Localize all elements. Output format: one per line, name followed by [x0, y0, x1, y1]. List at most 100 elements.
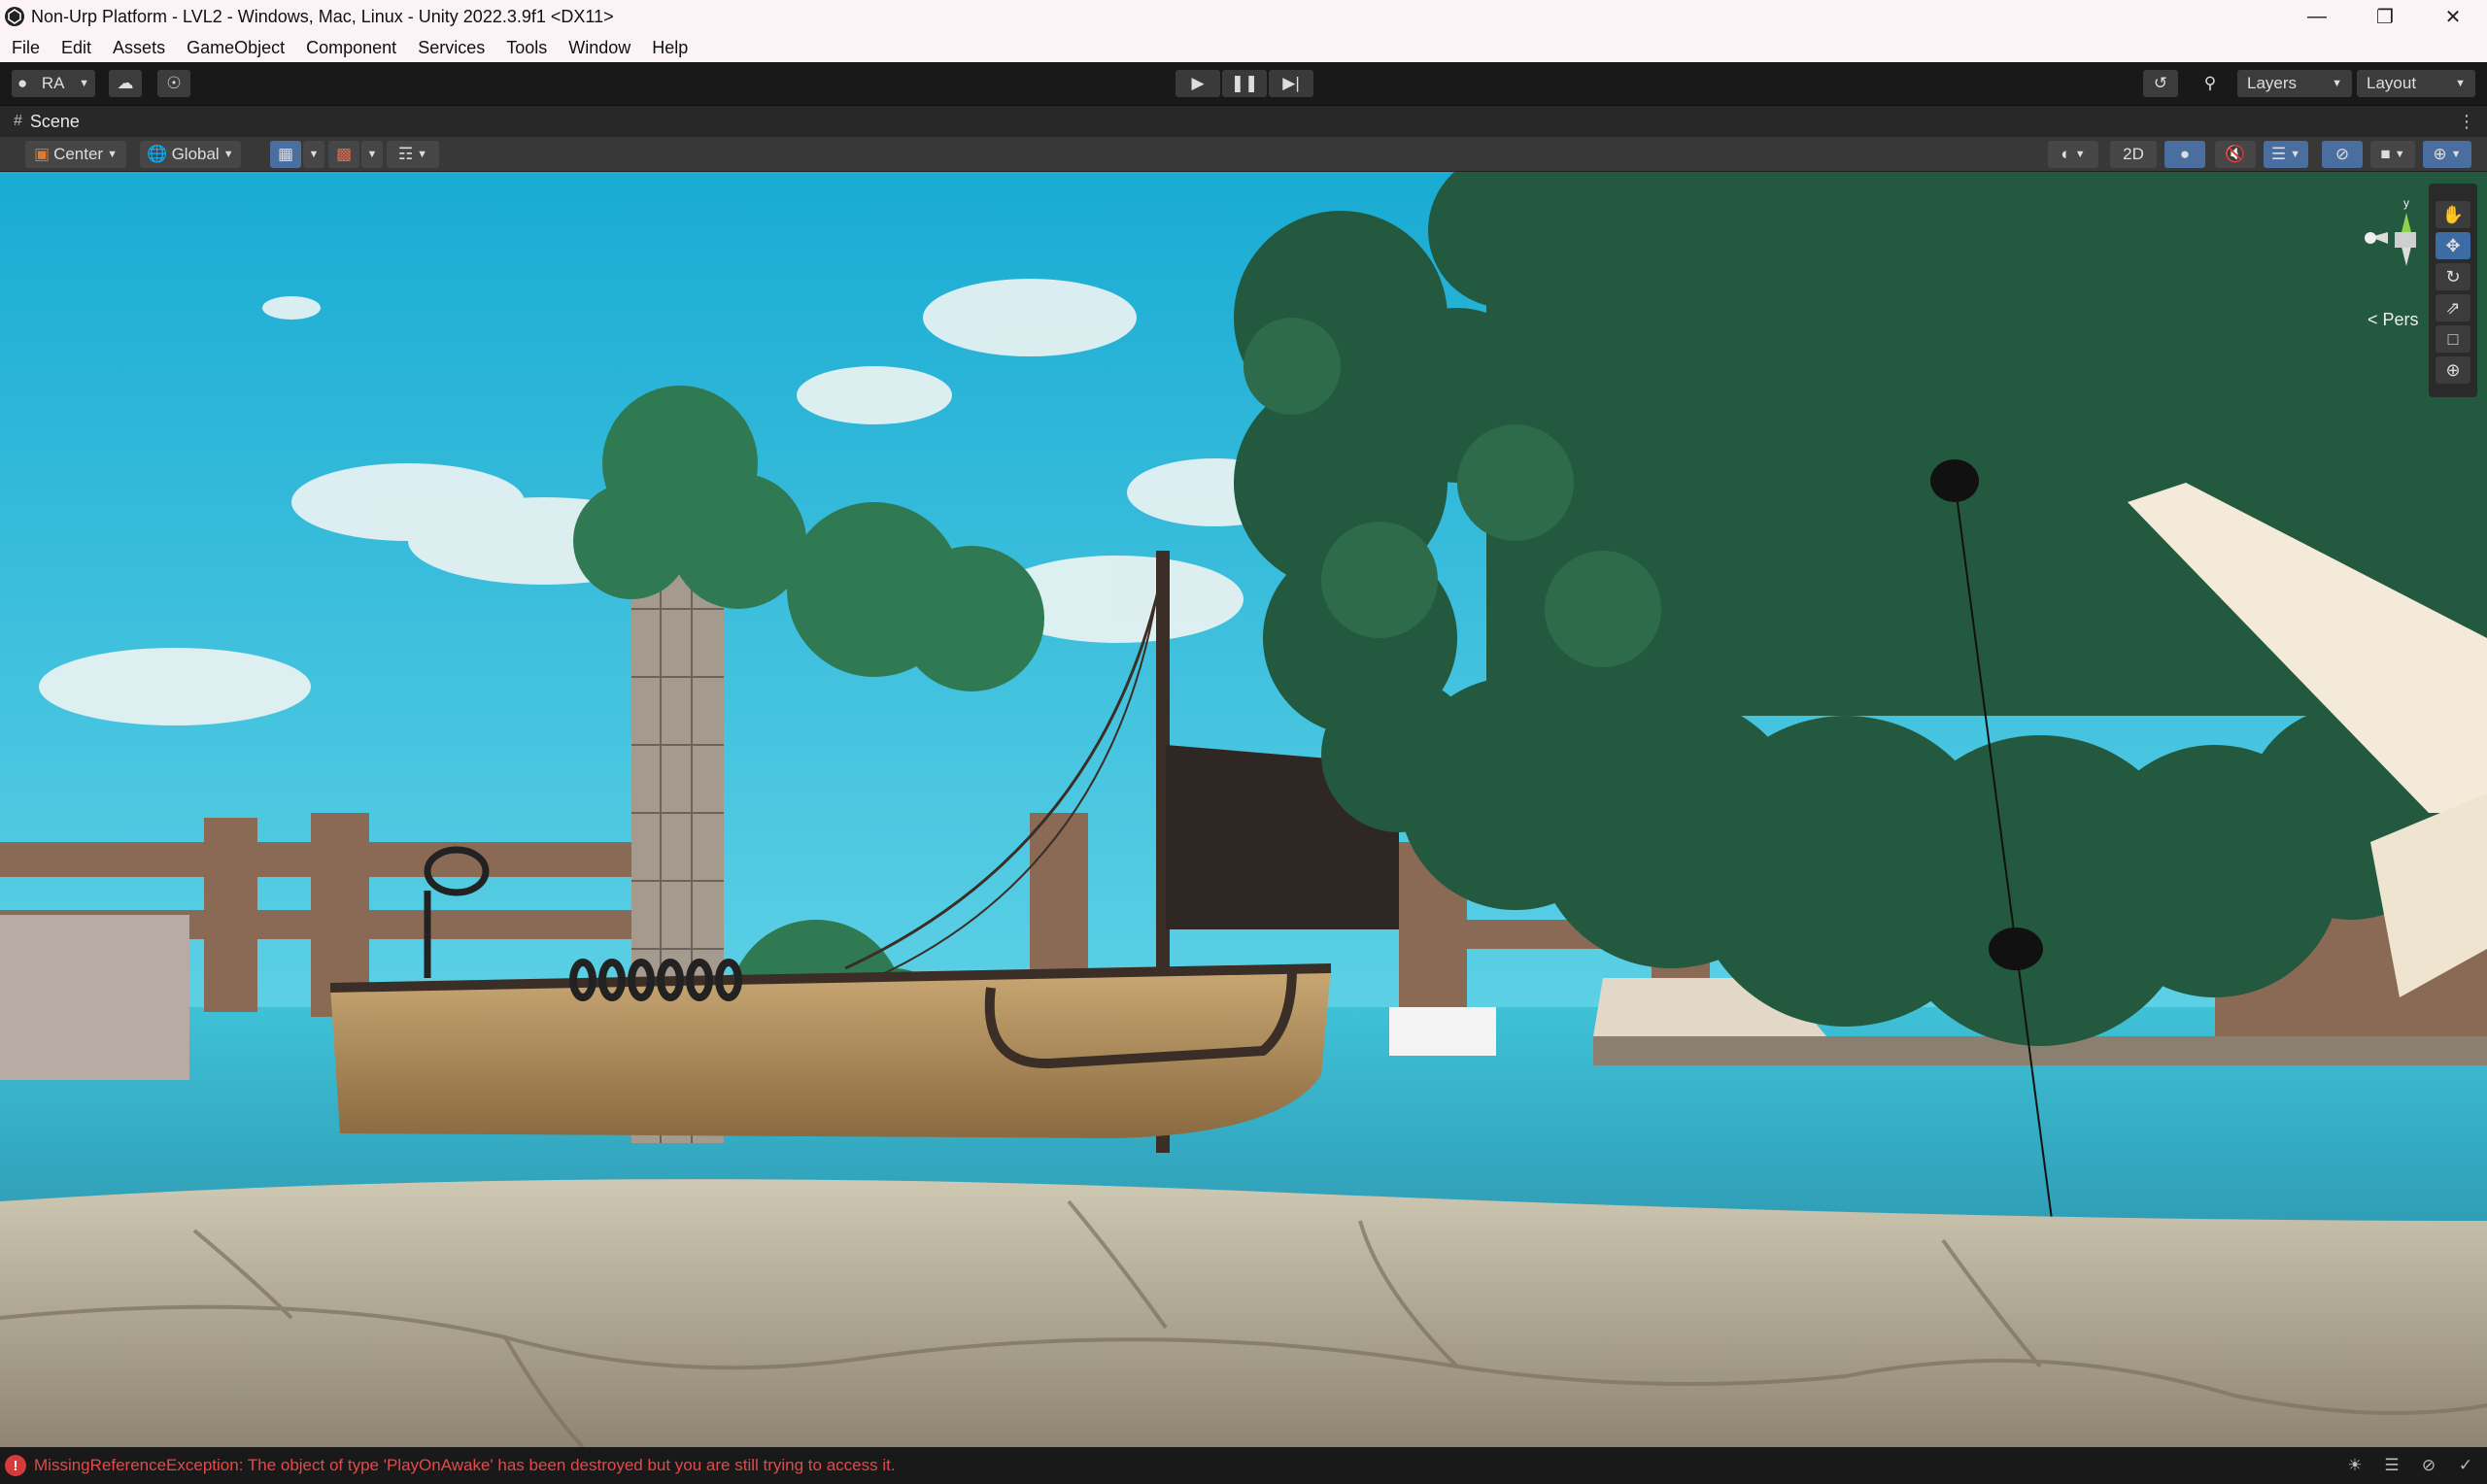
lighting-toggle-button[interactable]: ● — [2164, 141, 2205, 168]
collab-button[interactable]: ☉ — [157, 70, 190, 97]
unity-logo-icon — [5, 7, 24, 26]
layout-dropdown[interactable]: Layout ▼ — [2357, 70, 2475, 97]
cloud-icon: ☁ — [117, 74, 134, 92]
menu-services[interactable]: Services — [418, 38, 485, 58]
menu-bar: File Edit Assets GameObject Component Se… — [0, 33, 2487, 62]
undo-history-button[interactable]: ↺ — [2143, 70, 2178, 97]
eye-slash-icon: ⊘ — [2334, 145, 2350, 163]
scale-tool-button[interactable]: ⇗ — [2436, 294, 2470, 321]
chevron-down-icon: ▼ — [2450, 149, 2462, 160]
menu-window[interactable]: Window — [568, 38, 630, 58]
projection-toggle[interactable]: < Pers — [2368, 310, 2419, 330]
pause-button[interactable]: ❚❚ — [1222, 70, 1267, 97]
chevron-down-icon: ▼ — [2074, 149, 2086, 160]
menu-component[interactable]: Component — [306, 38, 396, 58]
error-icon: ! — [5, 1455, 26, 1476]
lighting-bake-icon[interactable]: ☀ — [2343, 1455, 2367, 1476]
shading-icon: ◐ — [2061, 145, 2071, 163]
menu-file[interactable]: File — [12, 38, 40, 58]
tab-scene-label: Scene — [29, 111, 80, 131]
step-button[interactable]: ▶| — [1269, 70, 1313, 97]
account-icon: ● — [17, 74, 28, 92]
chevron-down-icon: ▼ — [79, 78, 89, 89]
transform-tool-button[interactable]: ⊕ — [2436, 356, 2470, 384]
account-dropdown[interactable]: ● RA ▼ — [12, 70, 95, 97]
pivot-mode-dropdown[interactable]: ▣ Center ▼ — [25, 141, 126, 168]
restore-icon: ❐ — [2376, 6, 2394, 28]
effects-dropdown[interactable]: ☰ ▼ — [2264, 141, 2308, 168]
more-options-icon[interactable]: ⋮ — [2458, 112, 2475, 132]
history-icon: ↺ — [2153, 74, 2168, 92]
pivot-label: Center — [53, 145, 104, 163]
hidden-objects-button[interactable]: ⊘ — [2322, 141, 2363, 168]
layout-label: Layout — [2367, 74, 2417, 92]
rotate-tool-button[interactable]: ↻ — [2436, 263, 2470, 290]
pause-icon: ❚❚ — [1230, 74, 1259, 92]
chevron-down-icon: ▼ — [366, 149, 378, 160]
grid-visibility-button[interactable]: ▦ — [270, 141, 301, 168]
chevron-down-icon: ▼ — [222, 149, 234, 160]
scene-viewport[interactable]: y < Pers ✋ ✥ ↻ ⇗ □ ⊕ — [0, 172, 2487, 1447]
camera-options-dropdown[interactable]: ■ ▼ — [2370, 141, 2415, 168]
play-icon: ▶ — [1191, 74, 1205, 92]
scene-tab-bar: # Scene ⋮ — [0, 105, 2487, 137]
minimize-button[interactable]: — — [2283, 0, 2351, 33]
layers-dropdown[interactable]: Layers ▼ — [2237, 70, 2352, 97]
space-label: Global — [171, 145, 220, 163]
draw-mode-dropdown[interactable]: ◐ ▼ — [2048, 141, 2098, 168]
scale-icon: ⇗ — [2445, 297, 2461, 318]
chevron-left-icon: < — [2368, 310, 2378, 329]
chevron-down-icon: ▼ — [107, 149, 118, 160]
gizmo-y-label: y — [2403, 196, 2409, 210]
audio-toggle-button[interactable]: 🔇 — [2215, 141, 2256, 168]
account-label: RA — [41, 74, 65, 92]
camera-icon: ■ — [2380, 145, 2391, 163]
step-icon: ▶| — [1282, 74, 1300, 92]
rect-icon: □ — [2447, 328, 2459, 349]
chevron-down-icon: ▼ — [2455, 78, 2466, 89]
menu-help[interactable]: Help — [652, 38, 688, 58]
play-button[interactable]: ▶ — [1175, 70, 1220, 97]
grid-toggle-icon: ▦ — [277, 145, 294, 163]
cloud-button[interactable]: ☁ — [109, 70, 142, 97]
globe-icon: 🌐 — [147, 145, 168, 163]
lightbulb-icon: ● — [2179, 145, 2191, 163]
mode-2d-label: 2D — [2123, 145, 2144, 163]
scene-render — [0, 172, 2487, 1447]
menu-assets[interactable]: Assets — [113, 38, 165, 58]
menu-edit[interactable]: Edit — [61, 38, 91, 58]
console-error-message[interactable]: MissingReferenceException: The object of… — [34, 1456, 896, 1475]
grid-icon: # — [14, 113, 22, 129]
search-button[interactable]: ⚲ — [2193, 70, 2228, 97]
pivot-rotation-dropdown[interactable]: 🌐 Global ▼ — [140, 141, 241, 168]
ruler-icon: ☶ — [397, 145, 414, 163]
menu-gameobject[interactable]: GameObject — [187, 38, 285, 58]
main-toolbar: ● RA ▼ ☁ ☉ ▶ ❚❚ ▶| ↺ ⚲ Layers ▼ Layout ▼ — [0, 62, 2487, 105]
checkmark-icon[interactable]: ✓ — [2454, 1455, 2477, 1476]
orientation-gizmo[interactable]: y — [2351, 193, 2429, 281]
increment-snap-dropdown[interactable]: ☶ ▼ — [387, 141, 439, 168]
close-icon: ✕ — [2444, 6, 2462, 28]
snap-icon: ▩ — [335, 145, 353, 163]
grid-options-dropdown[interactable]: ▼ — [303, 141, 324, 168]
speaker-icon: 🔇 — [2225, 145, 2246, 163]
cache-server-icon[interactable]: ☰ — [2380, 1455, 2403, 1476]
close-button[interactable]: ✕ — [2419, 0, 2487, 33]
restore-button[interactable]: ❐ — [2351, 0, 2419, 33]
chevron-down-icon: ▼ — [2394, 149, 2405, 160]
snap-options-dropdown[interactable]: ▼ — [361, 141, 383, 168]
move-tool-button[interactable]: ✥ — [2436, 232, 2470, 259]
gizmos-dropdown[interactable]: ⊕ ▼ — [2423, 141, 2471, 168]
search-icon: ⚲ — [2203, 74, 2217, 92]
tab-scene[interactable]: # Scene — [14, 112, 80, 132]
debug-mode-icon[interactable]: ⊘ — [2417, 1455, 2440, 1476]
pivot-icon: ▣ — [34, 145, 51, 163]
snap-button[interactable]: ▩ — [328, 141, 359, 168]
hand-tool-button[interactable]: ✋ — [2436, 201, 2470, 228]
chevron-down-icon: ▼ — [308, 149, 320, 160]
toggle-2d-button[interactable]: 2D — [2110, 141, 2157, 168]
hand-icon: ✋ — [2441, 204, 2465, 224]
menu-tools[interactable]: Tools — [506, 38, 547, 58]
rect-tool-button[interactable]: □ — [2436, 325, 2470, 353]
status-bar[interactable]: ! MissingReferenceException: The object … — [0, 1447, 2487, 1484]
